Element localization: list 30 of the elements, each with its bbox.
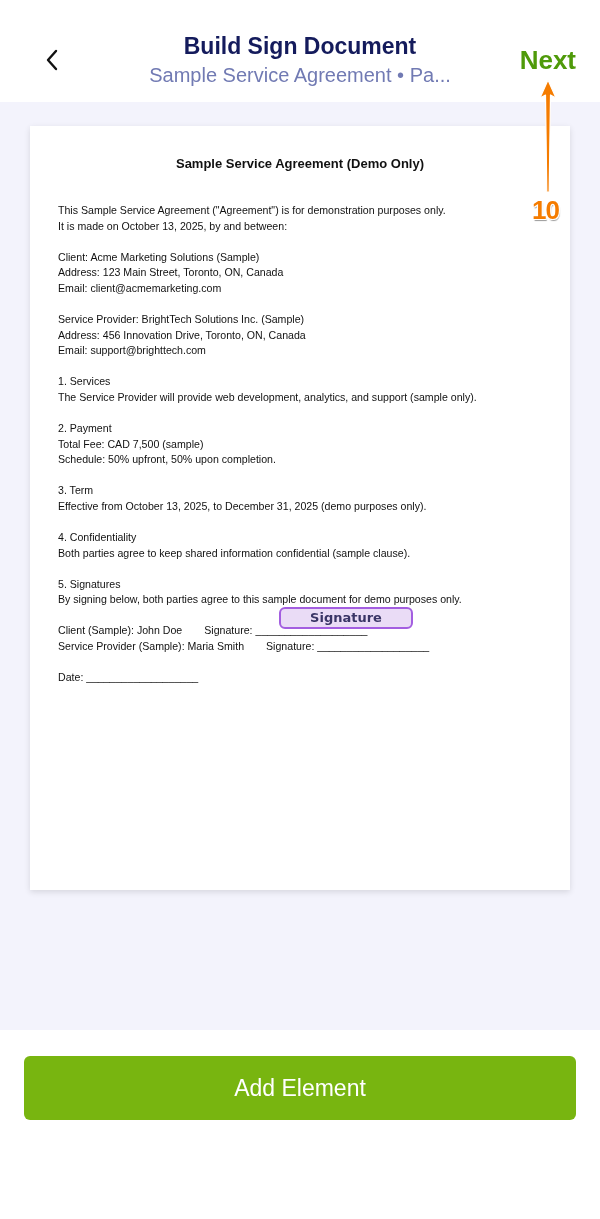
document-text: 5. Signatures [58, 576, 122, 592]
document-text: 4. Confidentiality [58, 529, 138, 545]
document-text: 2. Payment [58, 420, 113, 436]
back-icon[interactable] [44, 48, 60, 72]
document-text: Both parties agree to keep shared information confidential (sample clause). [58, 545, 412, 561]
document-text: Email: client@acmemarketing.com [58, 280, 223, 296]
screen-subtitle: Sample Service Agreement • Pa... [149, 63, 451, 88]
document-text: Service Provider: BrightTech Solutions Inc. (Sample) [58, 311, 306, 327]
document-text: Email: support@brighttech.com [58, 343, 207, 359]
date-line: Date: ___________________ [58, 669, 200, 685]
document-title: Sample Service Agreement (Demo Only) [174, 156, 426, 172]
document-text: Client: Acme Marketing Solutions (Sample) [58, 249, 261, 265]
party-name: Client (Sample): John Doe [58, 623, 183, 639]
document-text: It is made on October 13, 2025, by and between: [58, 218, 289, 234]
document-text: By signing below, both parties agree to this sample document for demo purposes only. [58, 592, 463, 608]
signature-line: Signature: ___________________ [266, 638, 430, 654]
document-text: Total Fee: CAD 7,500 (sample) [58, 436, 205, 452]
document-text: The Service Provider will provide web development, analytics, and support (sample only). [58, 389, 478, 405]
add-element-button[interactable]: Add Element [24, 1056, 576, 1120]
screen-title: Build Sign Document [183, 32, 417, 61]
document-text: 3. Term [58, 483, 95, 499]
next-button[interactable]: Next [519, 44, 576, 76]
document-text: Address: 456 Innovation Drive, Toronto, ON, Canada [58, 327, 307, 343]
party-name: Service Provider (Sample): Maria Smith [58, 638, 245, 654]
document-text: 1. Services [58, 374, 112, 390]
signature-field[interactable]: Signature [279, 607, 413, 630]
step-number: 10 [532, 196, 559, 224]
document-text: Effective from October 13, 2025, to December 31, 2025 (demo purposes only). [58, 498, 428, 514]
document-text: Schedule: 50% upfront, 50% upon completion. [58, 452, 277, 468]
document-text: Address: 123 Main Street, Toronto, ON, Canada [58, 265, 285, 281]
